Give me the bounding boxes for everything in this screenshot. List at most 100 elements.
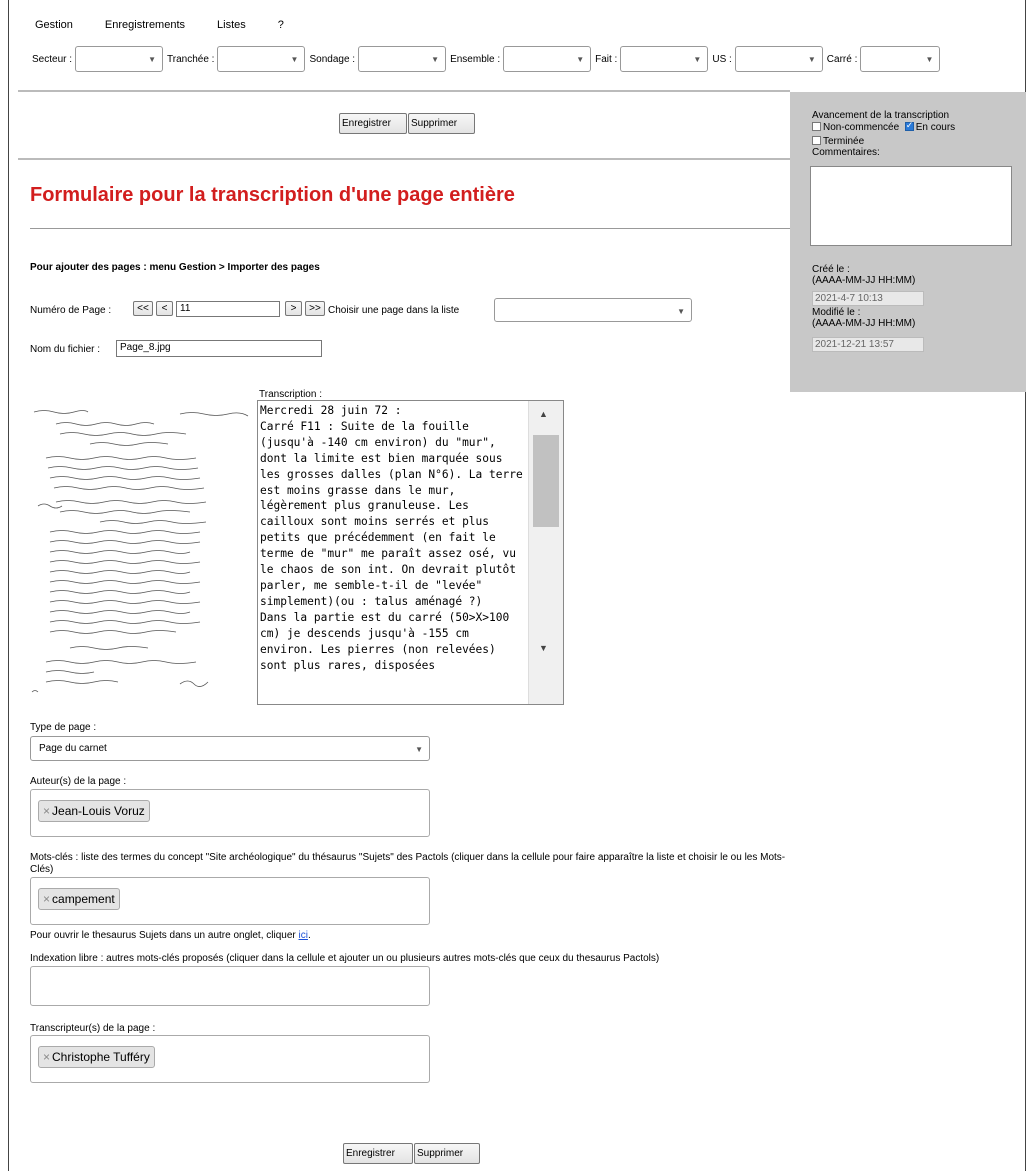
us-select[interactable]: ▼ (734, 46, 823, 72)
menu-enregistrements[interactable]: Enregistrements (105, 19, 185, 31)
save-button[interactable]: Enregistrer (343, 1143, 413, 1164)
save-button[interactable]: Enregistrer (339, 113, 407, 134)
carre-select[interactable]: ▼ (860, 46, 941, 72)
free-index-field[interactable] (30, 966, 430, 1006)
progress-options: Non-commencée En cours (812, 120, 956, 133)
page-scan-image (31, 410, 249, 693)
done-option: Terminée (812, 136, 864, 147)
filter-label-us: US : (712, 53, 732, 65)
done-label: Terminée (823, 136, 865, 147)
comments-label: Commentaires: (812, 147, 880, 158)
divider (18, 158, 790, 160)
in-progress-checkbox[interactable] (904, 120, 914, 131)
chevron-down-icon: ▼ (415, 745, 423, 754)
filter-label-carre: Carré : (826, 53, 858, 65)
menu-bar: Gestion Enregistrements Listes ? (35, 19, 316, 31)
first-page-button[interactable]: << (133, 301, 153, 316)
page-type-value: Page du carnet (39, 743, 107, 754)
page-type-label: Type de page : (30, 722, 97, 733)
menu-listes[interactable]: Listes (217, 19, 246, 31)
transcriber-tag-label: Christophe Tufféry (52, 1050, 150, 1064)
modified-format: (AAAA-MM-JJ HH:MM) (812, 318, 916, 329)
scroll-down-icon[interactable]: ▼ (539, 643, 548, 653)
created-date-field: 2021-4-7 10:13 (812, 291, 924, 306)
modified-label: Modifié le : (812, 307, 861, 318)
transcribers-field[interactable]: × Christophe Tufféry (30, 1035, 430, 1083)
chevron-down-icon: ▼ (693, 55, 702, 64)
keyword-tag: × campement (38, 888, 120, 910)
file-name-label: Nom du fichier : (30, 344, 101, 355)
chevron-down-icon: ▼ (677, 307, 685, 316)
keyword-tag-label: campement (52, 892, 115, 906)
menu-gestion[interactable]: Gestion (35, 19, 73, 31)
chevron-down-icon: ▼ (431, 55, 440, 64)
authors-label: Auteur(s) de la page : (30, 776, 127, 787)
sondage-select[interactable]: ▼ (358, 46, 447, 72)
transcription-status-panel: Avancement de la transcription Non-comme… (790, 92, 1026, 392)
author-tag-label: Jean-Louis Voruz (52, 804, 145, 818)
not-started-label: Non-commencée (823, 122, 900, 133)
page-list-select[interactable]: ▼ (494, 298, 692, 322)
transcription-textarea[interactable]: Mercredi 28 juin 72 : Carré F11 : Suite … (257, 400, 564, 705)
remove-tag-icon[interactable]: × (43, 1050, 50, 1064)
page-number-label: Numéro de Page : (30, 305, 112, 316)
filter-label-ensemble: Ensemble : (450, 53, 501, 65)
ensemble-select[interactable]: ▼ (503, 46, 592, 72)
thesaurus-note: Pour ouvrir le thesaurus Sujets dans un … (30, 930, 311, 941)
chevron-down-icon: ▼ (807, 55, 816, 64)
scrollbar-thumb[interactable] (533, 435, 559, 527)
transcription-label: Transcription : (259, 389, 322, 400)
thesaurus-note-text: Pour ouvrir le thesaurus Sujets dans un … (30, 930, 299, 941)
choose-page-label: Choisir une page dans la liste (328, 305, 460, 316)
created-format: (AAAA-MM-JJ HH:MM) (812, 275, 916, 286)
in-progress-label: En cours (915, 122, 956, 133)
keywords-field[interactable]: × campement (30, 877, 430, 925)
prev-page-button[interactable]: < (156, 301, 173, 316)
add-pages-hint: Pour ajouter des pages : menu Gestion > … (30, 262, 320, 273)
fait-select[interactable]: ▼ (620, 46, 709, 72)
done-checkbox[interactable] (812, 136, 821, 145)
menu-help[interactable]: ? (278, 19, 284, 31)
filter-label-sondage: Sondage : (309, 53, 356, 65)
bottom-actions: Enregistrer Supprimer (343, 1143, 480, 1164)
author-tag: × Jean-Louis Voruz (38, 800, 150, 822)
filter-label-tranchee: Tranchée : (167, 53, 215, 65)
next-page-button[interactable]: > (285, 301, 302, 316)
free-index-label: Indexation libre : autres mots-clés prop… (30, 953, 660, 964)
remove-tag-icon[interactable]: × (43, 892, 50, 906)
filter-bar: Secteur : ▼ Tranchée : ▼ Sondage : ▼ Ens… (32, 46, 941, 72)
delete-button[interactable]: Supprimer (408, 113, 475, 134)
transcription-text: Mercredi 28 juin 72 : Carré F11 : Suite … (260, 404, 523, 672)
secteur-select[interactable]: ▼ (75, 46, 164, 72)
page-number-input[interactable]: 11 (176, 301, 280, 317)
authors-field[interactable]: × Jean-Louis Voruz (30, 789, 430, 837)
scroll-up-icon[interactable]: ▲ (539, 409, 548, 419)
tranchee-select[interactable]: ▼ (217, 46, 306, 72)
last-page-button[interactable]: >> (305, 301, 325, 316)
page-title: Formulaire pour la transcription d'une p… (30, 184, 515, 206)
not-started-checkbox[interactable] (812, 122, 821, 131)
divider (30, 228, 790, 229)
created-label: Créé le : (812, 264, 850, 275)
page-type-select[interactable]: Page du carnet ▼ (30, 736, 430, 761)
modified-date-field: 2021-12-21 13:57 (812, 337, 924, 352)
transcriber-tag: × Christophe Tufféry (38, 1046, 155, 1068)
remove-tag-icon[interactable]: × (43, 804, 50, 818)
filter-label-secteur: Secteur : (32, 53, 73, 65)
chevron-down-icon: ▼ (576, 55, 585, 64)
keywords-label: Mots-clés : liste des termes du concept … (30, 852, 786, 875)
progress-label: Avancement de la transcription (812, 110, 950, 121)
transcription-scrollbar[interactable]: ▲ ▼ (528, 401, 563, 704)
file-name-input[interactable]: Page_8.jpg (116, 340, 322, 357)
delete-button[interactable]: Supprimer (414, 1143, 480, 1164)
thesaurus-link[interactable]: ici (299, 930, 308, 941)
filter-label-fait: Fait : (595, 53, 618, 65)
top-actions: Enregistrer Supprimer (339, 113, 475, 134)
transcribers-label: Transcripteur(s) de la page : (30, 1023, 156, 1034)
chevron-down-icon: ▼ (290, 55, 299, 64)
chevron-down-icon: ▼ (925, 55, 934, 64)
chevron-down-icon: ▼ (148, 55, 157, 64)
thesaurus-note-period: . (307, 930, 311, 941)
comments-textarea[interactable] (810, 166, 1012, 246)
divider (18, 90, 790, 92)
